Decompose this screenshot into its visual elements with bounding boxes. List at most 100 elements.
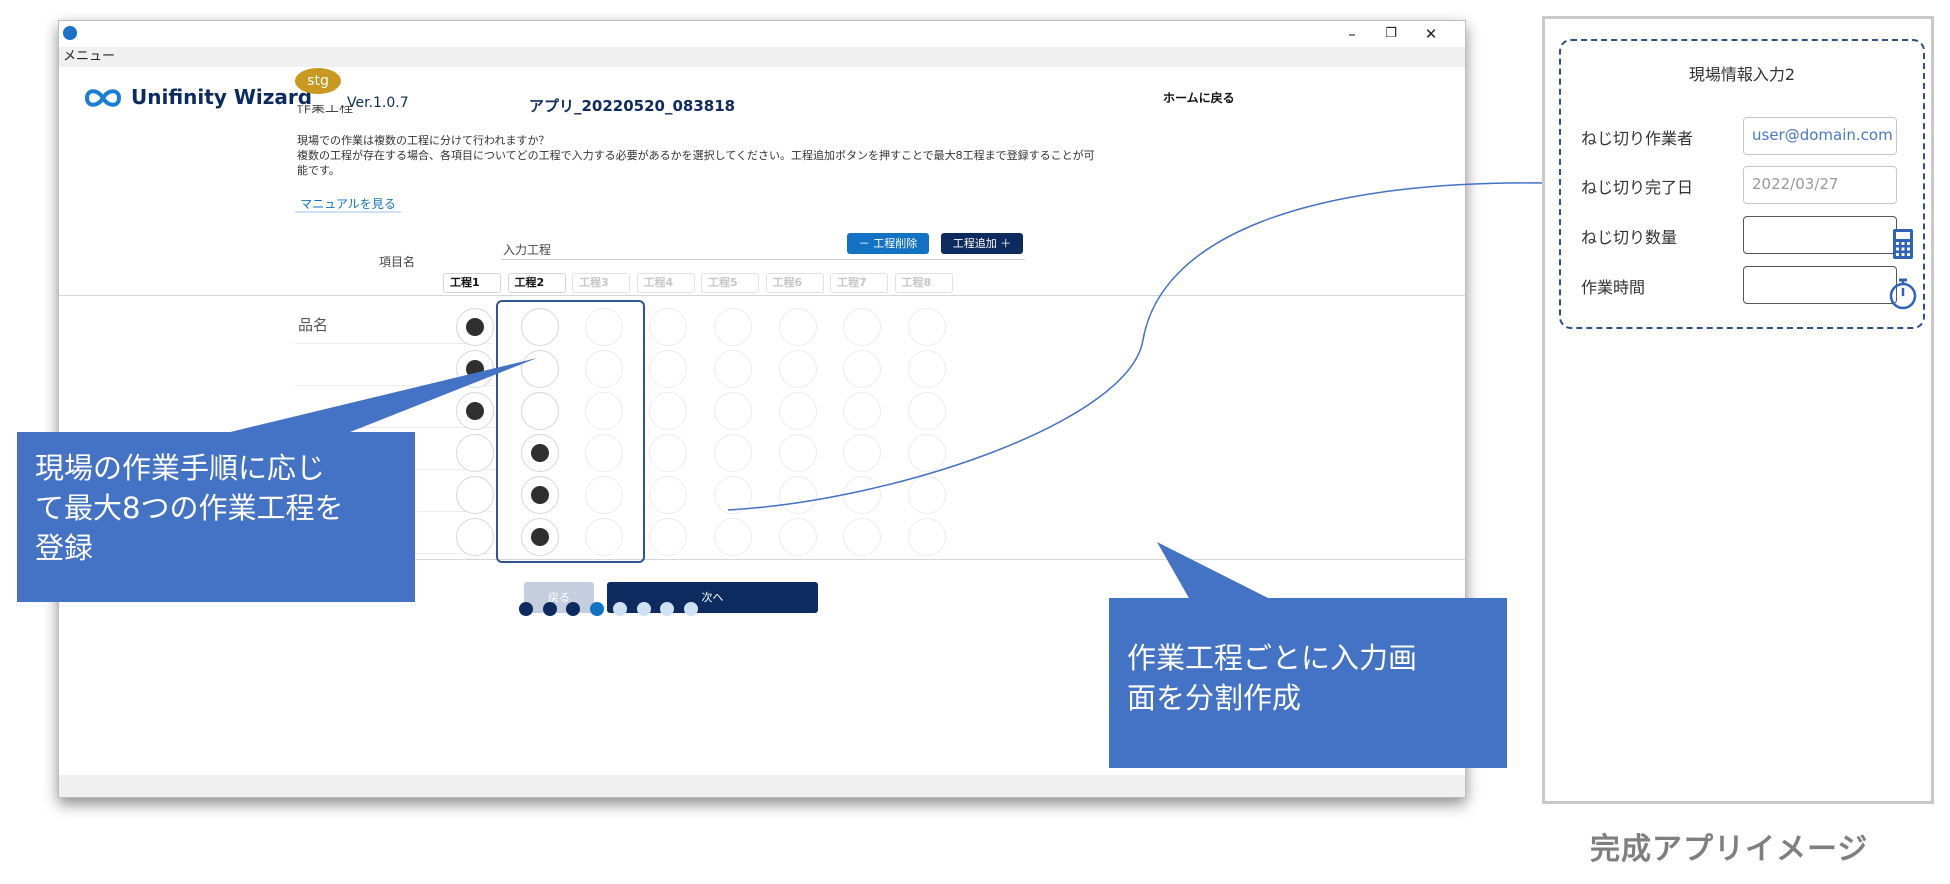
preview-field-label: ねじ切り作業者 — [1581, 129, 1694, 148]
left-callout-line-2: て最大8つの作業工程を — [35, 491, 344, 525]
grid-top-divider — [59, 295, 1465, 296]
title-bar: – ❐ ✕ — [59, 21, 1465, 47]
app-title: アプリ_20220520_083818 — [529, 97, 736, 115]
step-radio[interactable] — [649, 350, 687, 388]
menu-item[interactable]: メニュー — [63, 49, 115, 64]
right-callout: 作業工程ごとに入力画 面を分割作成 — [1109, 598, 1507, 768]
minimize-button[interactable]: – — [1337, 23, 1367, 45]
step-radio[interactable] — [714, 434, 752, 472]
menu-bar: メニュー — [59, 47, 1465, 67]
version-text: Ver.1.0.7 — [347, 95, 409, 111]
step-radio[interactable] — [456, 476, 494, 514]
step-radio[interactable] — [456, 392, 494, 430]
home-link[interactable]: ホームに戻る — [1163, 89, 1235, 106]
logo-text: Unifinity Wizard — [131, 85, 313, 109]
selected-dot — [466, 318, 484, 336]
step-radio[interactable] — [714, 392, 752, 430]
step-radio[interactable] — [456, 518, 494, 556]
step-radio[interactable] — [908, 476, 946, 514]
highlight-frame — [496, 300, 645, 563]
progress-dot — [589, 602, 604, 616]
manual-link[interactable]: マニュアルを見る — [295, 195, 401, 213]
description-line-3: 能です。 — [297, 164, 340, 177]
step-radio[interactable] — [843, 476, 881, 514]
preview-field-label: ねじ切り数量 — [1581, 228, 1678, 247]
progress-dot — [683, 602, 698, 616]
restore-button[interactable]: ❐ — [1376, 23, 1406, 45]
step-radio[interactable] — [779, 392, 817, 430]
step-tab-2[interactable]: 工程2 — [507, 273, 566, 293]
preview-caption: 完成アプリイメージ — [1590, 832, 1869, 867]
progress-dot — [613, 602, 627, 616]
step-radio[interactable] — [779, 350, 817, 388]
progress-dot — [660, 602, 674, 616]
progress-dot — [519, 602, 533, 616]
step-radio[interactable] — [649, 308, 687, 346]
step-radio[interactable] — [649, 392, 687, 430]
step-radio[interactable] — [456, 350, 494, 388]
step-radio[interactable] — [908, 350, 946, 388]
left-callout-line-1: 現場の作業手順に応じ — [35, 451, 326, 485]
step-radio[interactable] — [779, 434, 817, 472]
step-radio[interactable] — [649, 434, 687, 472]
step-radio[interactable] — [908, 392, 946, 430]
step-radio[interactable] — [456, 308, 494, 346]
step-tab-5[interactable]: 工程5 — [701, 273, 759, 293]
calculator-icon[interactable] — [1891, 228, 1915, 260]
item-column-header: 項目名 — [379, 255, 416, 269]
close-button[interactable]: ✕ — [1416, 23, 1446, 45]
step-radio[interactable] — [843, 434, 881, 472]
preview-field-input[interactable]: user@domain.com — [1743, 117, 1897, 155]
step-radio[interactable] — [714, 308, 752, 346]
description-line-1: 現場での作業は複数の工程に分けて行われますか？ — [297, 134, 550, 147]
preview-field-label: 作業時間 — [1581, 278, 1646, 297]
step-radio[interactable] — [714, 350, 752, 388]
step-radio[interactable] — [908, 434, 946, 472]
step-radio[interactable] — [843, 518, 881, 556]
step-radio[interactable] — [843, 392, 881, 430]
progress-dot — [636, 602, 651, 616]
step-tab-1[interactable]: 工程1 — [443, 273, 501, 293]
app-preview-panel: 現場情報入力2 ねじ切り作業者 user@domain.com ねじ切り完了日 202… — [1542, 16, 1934, 804]
preview-field-label: ねじ切り完了日 — [1581, 178, 1694, 197]
app-icon — [63, 26, 77, 40]
right-callout-line-2: 面を分割作成 — [1127, 681, 1302, 715]
step-radio[interactable] — [779, 518, 817, 556]
step-radio[interactable] — [779, 476, 817, 514]
step-tab-8[interactable]: 工程8 — [894, 273, 953, 293]
infinity-logo-icon — [84, 89, 122, 107]
step-radio[interactable] — [779, 308, 817, 346]
step-tab-6[interactable]: 工程6 — [765, 273, 824, 293]
step-radio[interactable] — [714, 476, 752, 514]
right-callout-line-1: 作業工程ごとに入力画 — [1127, 641, 1418, 675]
step-radio[interactable] — [456, 434, 494, 472]
selected-dot — [466, 360, 484, 378]
bottom-strip — [59, 775, 1465, 797]
step-radio[interactable] — [843, 308, 881, 346]
preview-field-input[interactable] — [1743, 216, 1897, 254]
step-radio[interactable] — [843, 350, 881, 388]
step-radio[interactable] — [908, 308, 946, 346]
step-radio[interactable] — [908, 518, 946, 556]
delete-step-button[interactable]: － 工程削除 — [847, 233, 929, 254]
description-line-2: 複数の工程が存在する場合、各項目についてどの工程で入力する必要があるかを選択して… — [297, 149, 1095, 162]
selected-dot — [466, 402, 484, 420]
stopwatch-icon[interactable] — [1887, 277, 1919, 311]
step-tab-3[interactable]: 工程3 — [572, 273, 630, 293]
back-button[interactable]: 戻る — [524, 582, 594, 613]
process-header-underline — [501, 259, 1025, 260]
add-step-button[interactable]: 工程追加 ＋ — [941, 233, 1023, 254]
preview-field-input[interactable]: 2022/03/27 — [1743, 166, 1897, 204]
step-radio[interactable] — [649, 476, 687, 514]
step-tab-4[interactable]: 工程4 — [636, 273, 695, 293]
left-callout-line-3: 登録 — [35, 531, 94, 565]
step-radio[interactable] — [714, 518, 752, 556]
progress-dot — [566, 602, 580, 616]
step-radio[interactable] — [649, 518, 687, 556]
preview-field-input[interactable] — [1743, 266, 1897, 304]
progress-dot — [542, 602, 557, 616]
preview-title: 現場情報入力2 — [1688, 65, 1796, 84]
left-callout: 現場の作業手順に応じ て最大8つの作業工程を 登録 — [17, 432, 415, 602]
step-tab-7[interactable]: 工程7 — [830, 273, 888, 293]
preview-form-frame: 現場情報入力2 ねじ切り作業者 user@domain.com ねじ切り完了日 202… — [1559, 39, 1925, 329]
